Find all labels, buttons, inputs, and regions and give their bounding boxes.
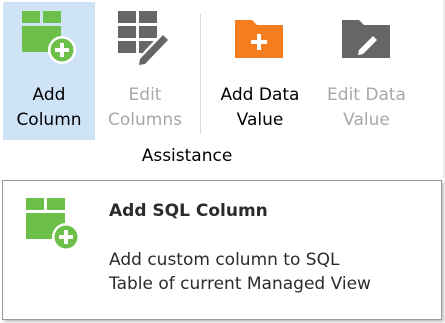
table-edit-icon	[118, 11, 171, 68]
tooltip-description: Add custom column to SQL Table of curren…	[109, 248, 439, 296]
edit-data-value-label-line1: Edit Data	[327, 85, 406, 105]
add-data-value-label: Add Data Value	[207, 83, 313, 133]
tooltip-description-line1: Add custom column to SQL	[109, 250, 340, 270]
add-column-label-line1: Add	[32, 85, 66, 105]
add-data-value-label-line1: Add Data	[220, 85, 300, 105]
add-column-button[interactable]: Add Column	[3, 2, 95, 140]
ribbon: Add Column Edit Columns Add Data Value E…	[0, 0, 445, 178]
add-column-label-line2: Column	[16, 110, 82, 130]
add-data-value-button[interactable]: Add Data Value	[207, 2, 313, 140]
table-add-icon	[26, 198, 80, 251]
edit-data-value-button[interactable]: Edit Data Value	[315, 2, 418, 140]
edit-columns-label-line2: Columns	[108, 110, 182, 130]
edit-columns-button[interactable]: Edit Columns	[96, 2, 194, 140]
edit-columns-label-line1: Edit	[128, 85, 162, 105]
assistance-group-label: Assistance	[141, 146, 233, 166]
add-data-value-label-line2: Value	[236, 110, 284, 130]
folder-edit-icon	[341, 20, 390, 58]
table-add-icon	[22, 11, 76, 64]
group-separator	[200, 14, 201, 134]
edit-columns-label: Edit Columns	[96, 83, 194, 133]
folder-add-icon	[235, 20, 283, 58]
add-sql-column-tooltip: Add SQL Column Add custom column to SQL …	[2, 180, 442, 320]
edit-data-value-label: Edit Data Value	[315, 83, 418, 133]
add-column-label: Add Column	[3, 83, 95, 133]
tooltip-description-line2: Table of current Managed View	[109, 274, 371, 294]
edit-data-value-label-line2: Value	[343, 110, 390, 130]
tooltip-title: Add SQL Column	[109, 201, 268, 221]
